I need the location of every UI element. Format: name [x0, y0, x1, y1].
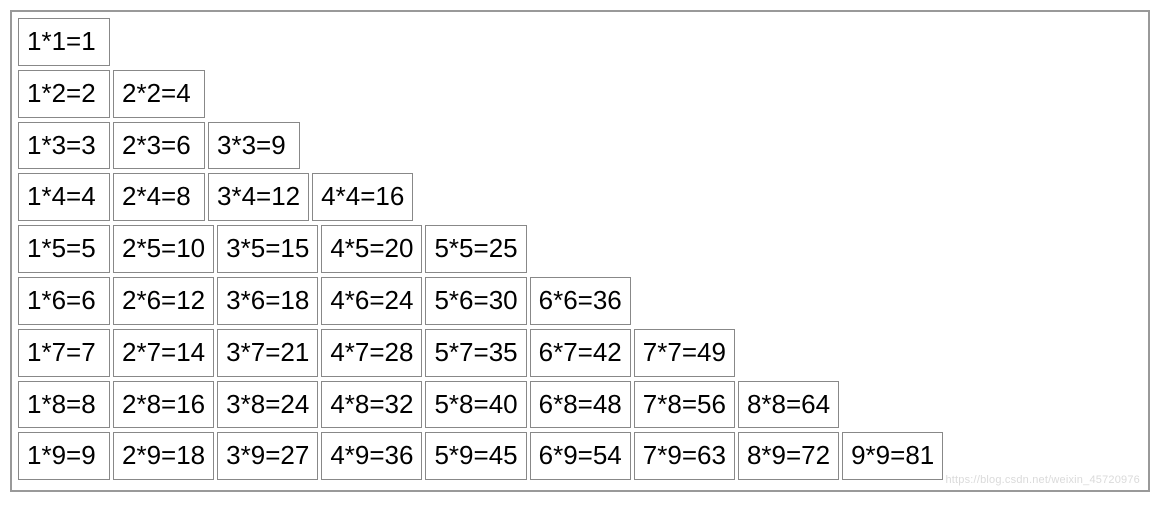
- table-cell: 6*7=42: [530, 329, 631, 377]
- table-cell: 5*7=35: [425, 329, 526, 377]
- table-row: 1*4=4 2*4=8 3*4=12 4*4=16: [18, 173, 1142, 221]
- table-row: 1*5=5 2*5=10 3*5=15 4*5=20 5*5=25: [18, 225, 1142, 273]
- table-cell: 3*4=12: [208, 173, 309, 221]
- table-row: 1*6=6 2*6=12 3*6=18 4*6=24 5*6=30 6*6=36: [18, 277, 1142, 325]
- table-cell: 6*9=54: [530, 432, 631, 480]
- table-cell: 3*6=18: [217, 277, 318, 325]
- table-cell: 3*7=21: [217, 329, 318, 377]
- table-cell: 6*8=48: [530, 381, 631, 429]
- table-cell: 4*6=24: [321, 277, 422, 325]
- table-cell: 1*9=9: [18, 432, 110, 480]
- table-cell: 3*5=15: [217, 225, 318, 273]
- table-row: 1*1=1: [18, 18, 1142, 66]
- table-cell: 2*7=14: [113, 329, 214, 377]
- table-cell: 3*3=9: [208, 122, 300, 170]
- multiplication-table-container: 1*1=1 1*2=2 2*2=4 1*3=3 2*3=6 3*3=9 1*4=…: [10, 10, 1150, 492]
- table-row: 1*9=9 2*9=18 3*9=27 4*9=36 5*9=45 6*9=54…: [18, 432, 1142, 480]
- table-cell: 4*7=28: [321, 329, 422, 377]
- table-cell: 1*5=5: [18, 225, 110, 273]
- table-cell: 3*8=24: [217, 381, 318, 429]
- watermark-text: https://blog.csdn.net/weixin_45720976: [945, 474, 1140, 486]
- table-cell: 1*6=6: [18, 277, 110, 325]
- table-cell: 4*8=32: [321, 381, 422, 429]
- table-cell: 2*8=16: [113, 381, 214, 429]
- table-cell: 1*1=1: [18, 18, 110, 66]
- table-cell: 7*8=56: [634, 381, 735, 429]
- table-cell: 1*3=3: [18, 122, 110, 170]
- table-cell: 5*5=25: [425, 225, 526, 273]
- table-cell: 6*6=36: [530, 277, 631, 325]
- table-cell: 8*8=64: [738, 381, 839, 429]
- table-cell: 4*5=20: [321, 225, 422, 273]
- table-cell: 5*6=30: [425, 277, 526, 325]
- table-cell: 9*9=81: [842, 432, 943, 480]
- table-cell: 2*5=10: [113, 225, 214, 273]
- table-cell: 2*6=12: [113, 277, 214, 325]
- table-cell: 3*9=27: [217, 432, 318, 480]
- table-cell: 1*8=8: [18, 381, 110, 429]
- table-row: 1*3=3 2*3=6 3*3=9: [18, 122, 1142, 170]
- table-cell: 1*2=2: [18, 70, 110, 118]
- table-row: 1*8=8 2*8=16 3*8=24 4*8=32 5*8=40 6*8=48…: [18, 381, 1142, 429]
- table-cell: 5*8=40: [425, 381, 526, 429]
- table-row: 1*7=7 2*7=14 3*7=21 4*7=28 5*7=35 6*7=42…: [18, 329, 1142, 377]
- table-cell: 2*4=8: [113, 173, 205, 221]
- table-row: 1*2=2 2*2=4: [18, 70, 1142, 118]
- table-cell: 1*4=4: [18, 173, 110, 221]
- table-cell: 2*9=18: [113, 432, 214, 480]
- table-cell: 2*2=4: [113, 70, 205, 118]
- table-cell: 4*9=36: [321, 432, 422, 480]
- table-cell: 2*3=6: [113, 122, 205, 170]
- table-cell: 8*9=72: [738, 432, 839, 480]
- table-cell: 7*7=49: [634, 329, 735, 377]
- table-cell: 1*7=7: [18, 329, 110, 377]
- table-cell: 4*4=16: [312, 173, 413, 221]
- table-cell: 5*9=45: [425, 432, 526, 480]
- table-cell: 7*9=63: [634, 432, 735, 480]
